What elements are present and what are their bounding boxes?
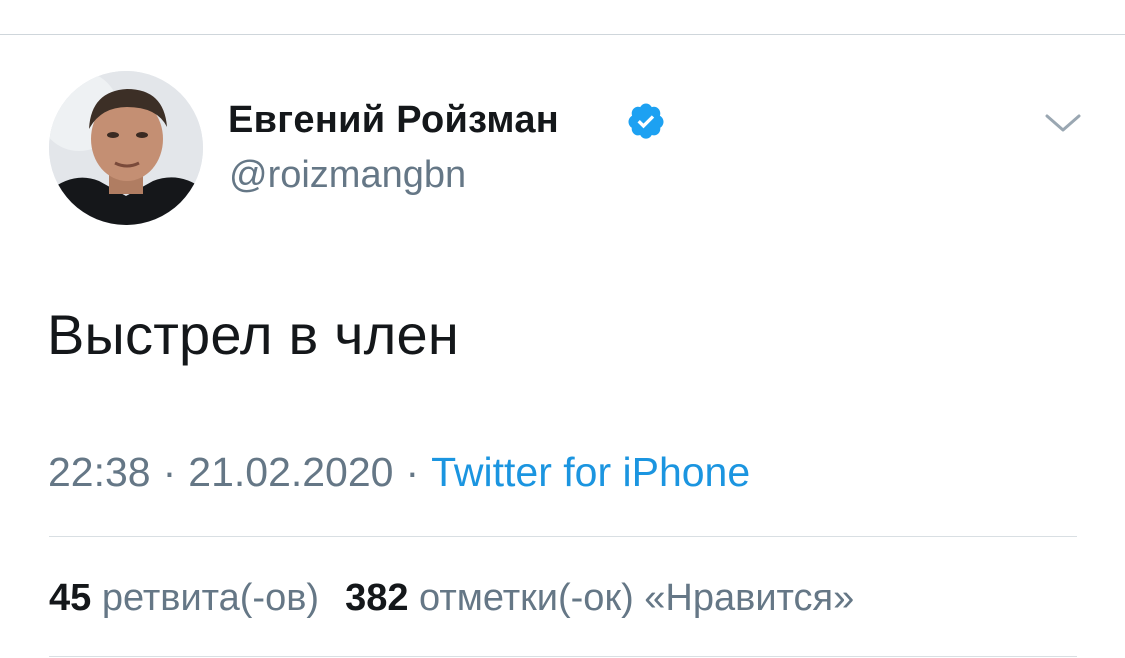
tweet-stats: 45 ретвита(-ов) 382 отметки(-ок) «Нравитс… — [49, 577, 854, 620]
author-display-name[interactable]: Евгений Ройзман — [228, 99, 559, 142]
verified-badge-icon — [628, 103, 664, 139]
likes-count: 382 — [345, 577, 409, 619]
top-divider — [0, 34, 1125, 35]
meta-separator: · — [162, 449, 177, 495]
tweet-meta: 22:38 · 21.02.2020 · Twitter for iPhone — [48, 449, 750, 496]
likes-label: отметки(-ок) «Нравится» — [419, 577, 855, 619]
avatar[interactable] — [49, 71, 203, 225]
divider — [49, 536, 1077, 537]
likes-stat[interactable]: 382 отметки(-ок) «Нравится» — [345, 577, 854, 619]
retweets-label: ретвита(-ов) — [101, 577, 320, 619]
chevron-down-icon[interactable] — [1043, 108, 1083, 138]
tweet-detail-screen: Евгений Ройзман @roizmangbn Выстрел в чл… — [0, 0, 1125, 658]
retweets-count: 45 — [49, 577, 92, 619]
meta-separator: · — [405, 449, 420, 495]
divider — [49, 656, 1077, 657]
tweet-source-link[interactable]: Twitter for iPhone — [431, 449, 750, 495]
retweets-stat[interactable]: 45 ретвита(-ов) — [49, 577, 319, 619]
author-handle[interactable]: @roizmangbn — [229, 154, 466, 197]
tweet-date: 21.02.2020 — [188, 449, 394, 495]
tweet-time: 22:38 — [48, 449, 151, 495]
tweet-text: Выстрел в член — [47, 303, 459, 366]
